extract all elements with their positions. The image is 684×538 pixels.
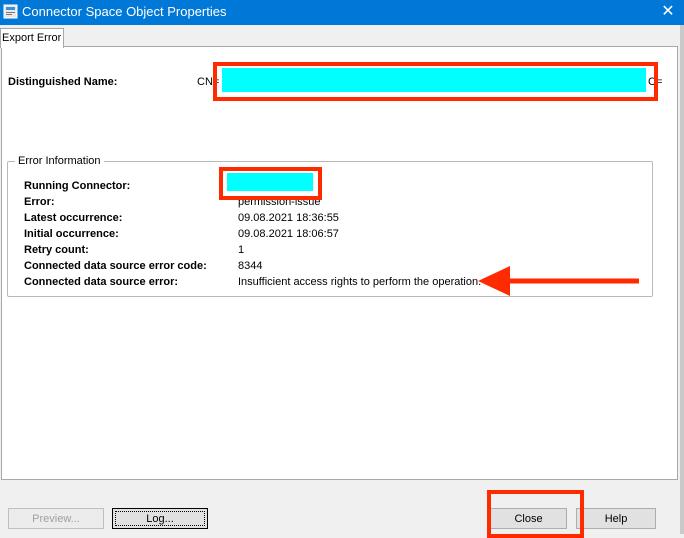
preview-button[interactable]: Preview... xyxy=(8,508,104,529)
latest-occurrence-label: Latest occurrence: xyxy=(24,212,123,224)
window-right-edge xyxy=(680,25,684,534)
distinguished-name-label: Distinguished Name: xyxy=(8,76,118,88)
error-information-legend: Error Information xyxy=(15,155,104,167)
title-bar: Connector Space Object Properties ✕ xyxy=(0,0,684,25)
app-icon xyxy=(3,4,18,19)
highlight-box-close-button xyxy=(487,490,584,538)
retry-count-value: 1 xyxy=(238,244,245,256)
latest-occurrence-value: 09.08.2021 18:36:55 xyxy=(238,212,339,224)
highlight-box-distinguished-name xyxy=(213,62,658,101)
error-code-value: 8344 xyxy=(238,260,263,272)
log-button[interactable]: Log... xyxy=(112,508,208,529)
error-label: Error: xyxy=(24,196,55,208)
close-window-icon[interactable]: ✕ xyxy=(652,0,684,25)
tab-export-error[interactable]: Export Error xyxy=(0,28,64,48)
retry-count-label: Retry count: xyxy=(24,244,89,256)
data-source-error-label: Connected data source error: xyxy=(24,276,179,288)
window-title: Connector Space Object Properties xyxy=(22,4,227,19)
error-code-label: Connected data source error code: xyxy=(24,260,207,272)
data-source-error-value: Insufficient access rights to perform th… xyxy=(238,276,482,288)
help-button[interactable]: Help xyxy=(576,508,656,529)
highlight-box-running-connector xyxy=(219,167,322,200)
red-arrow-icon xyxy=(478,266,639,296)
running-connector-label: Running Connector: xyxy=(24,180,131,192)
initial-occurrence-value: 09.08.2021 18:06:57 xyxy=(238,228,339,240)
initial-occurrence-label: Initial occurrence: xyxy=(24,228,119,240)
